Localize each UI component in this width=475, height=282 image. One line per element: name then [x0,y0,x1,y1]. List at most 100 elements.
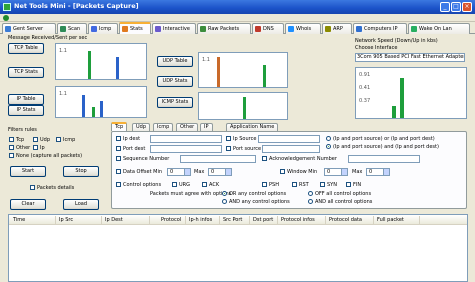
column-ip-src[interactable]: Ip Src [59,217,73,223]
tab-raw-packets[interactable]: Raw Packets [197,23,251,34]
ip-dest-field[interactable] [150,135,222,143]
filter-tab-icmp[interactable]: Icmp [153,123,174,131]
other-checkbox-label: Other [16,145,31,151]
column-full-packet[interactable]: Full packet [377,217,404,223]
column-ip-dest[interactable]: Ip Dest [105,217,123,223]
ip-table-button[interactable]: IP Table [8,94,44,105]
syn-checkbox[interactable] [320,182,325,187]
column-ip-h-infos[interactable]: Ip-h infos [189,217,212,223]
ack-number-checkbox[interactable] [262,156,267,161]
other-checkbox[interactable] [9,145,14,150]
ip-source-field[interactable] [258,135,320,143]
interface-select[interactable]: 3Com 905 Based PCI Fast Ethernet Adapter [355,53,465,62]
ack-number-field[interactable] [348,155,420,163]
menu-strip [0,14,475,22]
column-time[interactable]: Time [13,217,25,223]
psh-checkbox[interactable] [262,182,267,187]
close-icon[interactable]: × [462,2,472,12]
port-dest-checkbox[interactable] [116,146,121,151]
urg-checkbox[interactable] [172,182,177,187]
load-button[interactable]: Load [63,199,99,210]
packets-grid[interactable]: Time Ip Src Ip Dest Protocol Ip-h infos … [8,214,468,282]
tab-stats[interactable]: Stats [119,22,151,34]
ack-checkbox[interactable] [202,182,207,187]
tcp-stats-button[interactable]: TCP Stats [8,67,44,78]
window-max[interactable]: 0 [366,168,390,176]
off-all-label: OFF all control options [315,191,372,197]
tab-computers-ip[interactable]: Computers IP [353,23,407,34]
ip-stats-button[interactable]: IP Stats [8,105,44,116]
clear-button[interactable]: Clear [10,199,46,210]
filter-tab-udp[interactable]: Udp [132,123,151,131]
ip-checkbox[interactable] [33,145,38,150]
tab-gent-server[interactable]: Gent Server [2,23,56,34]
tab-whois[interactable]: Whois [285,23,321,34]
sequence-number-label: Sequence Number [123,156,170,162]
column-protocol-infos[interactable]: Protocol infos [281,217,315,223]
tab-interactive[interactable]: Interactive [152,23,196,34]
fin-checkbox[interactable] [346,182,351,187]
urg-label: URG [179,182,191,188]
or-any-radio[interactable] [222,191,227,196]
ip-dest-checkbox[interactable] [116,136,121,141]
data-offset-label: Data Offset Min [123,169,163,175]
port-source-field[interactable] [262,145,320,153]
maximize-icon[interactable]: □ [451,2,461,12]
data-offset-max[interactable]: 0 [208,168,232,176]
rst-label: RST [299,182,309,188]
tcp-bar-1 [88,51,91,79]
udp-axis-label: 1.1 [202,57,210,63]
filter-tab-ip[interactable]: IP [200,123,213,131]
tab-arp[interactable]: ARP [322,23,352,34]
tcp-checkbox[interactable] [9,137,14,142]
ip-source-checkbox[interactable] [226,136,231,141]
and-any-radio[interactable] [222,199,227,204]
tab-wake-on-lan[interactable]: Wake On Lan [408,23,470,34]
udp-chart: 1.1 [198,52,288,88]
network-speed-title: Network Speed (Down/Up in kbs) [355,38,438,44]
control-options-checkbox[interactable] [116,182,121,187]
filter-tab-application-name[interactable]: Application Name [226,123,279,131]
minimize-icon[interactable]: _ [440,2,450,12]
tab-dns[interactable]: DNS [252,23,284,34]
window-min[interactable]: 0 [324,168,348,176]
column-src-port[interactable]: Src Port [223,217,242,223]
data-offset-checkbox[interactable] [116,169,121,174]
start-button[interactable]: Start [10,166,46,177]
icmp-checkbox[interactable] [56,137,61,142]
port-dest-field[interactable] [150,145,222,153]
sequence-number-checkbox[interactable] [116,156,121,161]
off-all-radio[interactable] [308,191,313,196]
tab-scan[interactable]: Scan [57,23,87,34]
radio-all-match[interactable] [326,144,331,149]
ip-bar-3 [100,101,103,117]
radio-any-match[interactable] [326,136,331,141]
udp-stats-button[interactable]: UDP Stats [157,76,193,87]
rst-checkbox[interactable] [292,182,297,187]
column-protocol[interactable]: Protocol [161,217,181,223]
filter-tab-tcp[interactable]: Tcp [111,122,128,131]
none-checkbox[interactable] [9,153,14,158]
sequence-number-field[interactable] [180,155,256,163]
port-source-checkbox[interactable] [226,146,231,151]
tcp-table-button[interactable]: TCP Table [8,43,44,54]
data-offset-min[interactable]: 0 [167,168,191,176]
packets-details-checkbox[interactable] [30,185,35,190]
window-checkbox[interactable] [280,169,285,174]
icmp-stats-button[interactable]: ICMP Stats [157,97,193,108]
column-protocol-data[interactable]: Protocol data [329,217,362,223]
udp-checkbox[interactable] [33,137,38,142]
wol-icon [411,26,417,32]
ip-dest-label: Ip dest [123,136,141,142]
speed-bar-down [392,106,396,118]
udp-bar-2 [263,65,266,87]
speed-axis-2: 0.37 [359,98,371,104]
title-bar: Net Tools Mini - [Packets Capture] _ □ × [0,0,475,14]
stop-button[interactable]: Stop [63,166,99,177]
tab-icmp[interactable]: Icmp [88,23,118,34]
column-dst-port[interactable]: Dst port [253,217,273,223]
filter-tab-other[interactable]: Other [176,123,199,131]
app-icon [3,3,11,11]
and-all-radio[interactable] [308,199,313,204]
udp-table-button[interactable]: UDP Table [157,56,193,67]
